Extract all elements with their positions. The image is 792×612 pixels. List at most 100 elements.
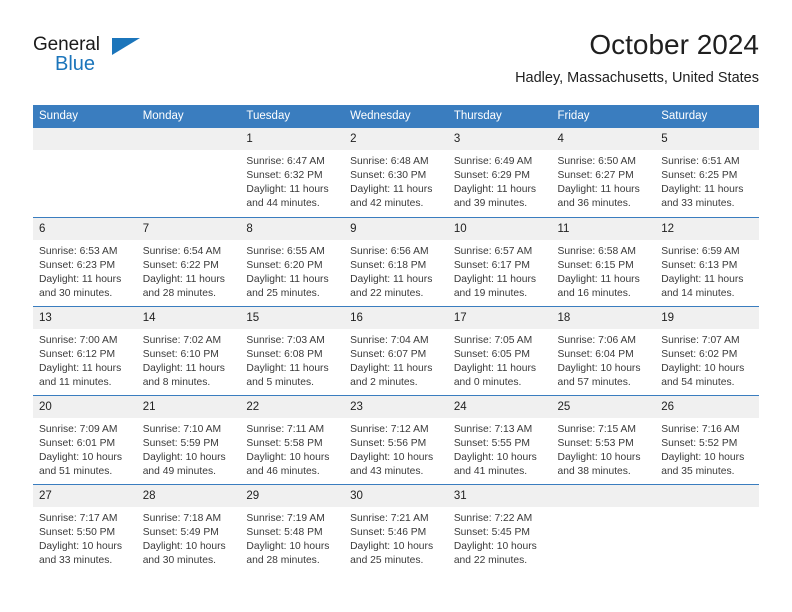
daylight-duration-line2: and 39 minutes.: [453, 198, 528, 209]
calendar-day-cell[interactable]: 8 Sunrise: 6:55 AM Sunset: 6:20 PM Daylight…: [240, 216, 345, 306]
day-number: [136, 128, 241, 150]
calendar-day-cell[interactable]: 30 Sunrise: 7:21 AM Sunset: 5:46 PM Dayligh…: [344, 483, 448, 573]
day-details: Sunrise: 6:54 AM Sunset: 6:22 PM Daylight:…: [137, 240, 241, 301]
sunset-time: Sunset: 5:59 PM: [142, 437, 219, 449]
calendar-day-cell[interactable]: 21 Sunrise: 7:10 AM Sunset: 5:59 PM Dayligh…: [136, 394, 241, 484]
calendar-day-cell[interactable]: 20 Sunrise: 7:09 AM Sunset: 6:01 PM Dayligh…: [33, 394, 137, 484]
calendar-day-cell[interactable]: 29 Sunrise: 7:19 AM Sunset: 5:48 PM Dayligh…: [240, 483, 345, 573]
calendar-day-cell[interactable]: 16 Sunrise: 7:04 AM Sunset: 6:07 PM Dayligh…: [344, 305, 448, 395]
daylight-duration-line1: Daylight: 11 hours: [39, 362, 122, 374]
calendar-day-cell[interactable]: 22 Sunrise: 7:11 AM Sunset: 5:58 PM Dayligh…: [240, 394, 345, 484]
daylight-duration-line2: and 11 minutes.: [39, 376, 112, 388]
calendar-body: 1 Sunrise: 6:47 AM Sunset: 6:32 PM Daylight…: [33, 128, 759, 573]
day-details: Sunrise: 6:50 AM Sunset: 6:27 PM Daylight:…: [552, 150, 656, 211]
sunrise-time: Sunrise: 7:18 AM: [142, 512, 222, 524]
calendar-day-cell[interactable]: 10 Sunrise: 6:57 AM Sunset: 6:17 PM Dayligh…: [447, 216, 552, 306]
daylight-duration-line2: and 42 minutes.: [350, 198, 424, 209]
weekday-header-thursday: Thursday: [447, 105, 552, 128]
calendar-day-cell[interactable]: 6 Sunrise: 6:53 AM Sunset: 6:23 PM Daylight…: [33, 216, 137, 306]
daylight-duration-line2: and 43 minutes.: [350, 465, 424, 477]
day-number: 21: [136, 395, 241, 418]
day-details: Sunrise: 7:06 AM Sunset: 6:04 PM Daylight:…: [552, 329, 656, 390]
calendar-day-cell[interactable]: 26 Sunrise: 7:16 AM Sunset: 5:52 PM Dayligh…: [655, 394, 759, 484]
daylight-duration-line1: Daylight: 10 hours: [246, 451, 330, 463]
sunset-time: Sunset: 6:30 PM: [350, 170, 427, 181]
calendar-week-row: 20 Sunrise: 7:09 AM Sunset: 6:01 PM Dayligh…: [33, 394, 759, 484]
calendar-day-cell[interactable]: 1 Sunrise: 6:47 AM Sunset: 6:32 PM Daylight…: [240, 128, 345, 217]
sunrise-time: Sunrise: 7:22 AM: [453, 512, 533, 524]
sunrise-time: Sunrise: 7:03 AM: [246, 334, 325, 346]
sunset-time: Sunset: 6:23 PM: [39, 259, 116, 271]
calendar-day-cell[interactable]: 2 Sunrise: 6:48 AM Sunset: 6:30 PM Daylight…: [344, 128, 448, 217]
calendar-header-row: Sunday Monday Tuesday Wednesday Thursday…: [33, 105, 759, 128]
weekday-header-wednesday: Wednesday: [344, 105, 448, 128]
day-number: [655, 484, 759, 507]
calendar-day-cell[interactable]: 18 Sunrise: 7:06 AM Sunset: 6:04 PM Dayligh…: [551, 305, 656, 395]
daylight-duration-line1: Daylight: 11 hours: [350, 362, 433, 374]
daylight-duration-line2: and 49 minutes.: [142, 465, 216, 477]
daylight-duration-line1: Daylight: 10 hours: [661, 451, 745, 463]
daylight-duration-line1: Daylight: 11 hours: [453, 184, 537, 195]
sunrise-time: Sunrise: 7:15 AM: [557, 423, 636, 435]
day-details: Sunrise: 7:13 AM Sunset: 5:55 PM Daylight:…: [448, 418, 552, 479]
calendar-day-cell[interactable]: 7 Sunrise: 6:54 AM Sunset: 6:22 PM Daylight…: [136, 216, 241, 306]
day-number: [33, 128, 137, 150]
sunrise-time: Sunrise: 7:21 AM: [350, 512, 429, 524]
day-number: 17: [447, 306, 552, 329]
day-number: [551, 484, 656, 507]
daylight-duration-line2: and 33 minutes.: [661, 198, 735, 209]
day-details: Sunrise: 7:11 AM Sunset: 5:58 PM Daylight:…: [240, 418, 344, 479]
sunset-time: Sunset: 5:52 PM: [661, 437, 738, 449]
daylight-duration-line1: Daylight: 11 hours: [557, 273, 640, 285]
day-number: 13: [33, 306, 137, 329]
weekday-header-monday: Monday: [136, 105, 241, 128]
daylight-duration-line1: Daylight: 11 hours: [142, 362, 225, 374]
sunrise-time: Sunrise: 6:54 AM: [142, 245, 222, 257]
page-header: General Blue October 2024 Hadley, Massac…: [33, 28, 759, 96]
calendar-day-cell[interactable]: 17 Sunrise: 7:05 AM Sunset: 6:05 PM Dayligh…: [447, 305, 552, 395]
day-details: Sunrise: 7:19 AM Sunset: 5:48 PM Daylight:…: [240, 507, 344, 568]
sunrise-time: Sunrise: 7:16 AM: [661, 423, 740, 435]
sunrise-sunset-calendar: Sunday Monday Tuesday Wednesday Thursday…: [33, 105, 759, 573]
calendar-day-cell[interactable]: 9 Sunrise: 6:56 AM Sunset: 6:18 PM Daylight…: [344, 216, 448, 306]
daylight-duration-line2: and 30 minutes.: [39, 287, 113, 299]
calendar-day-cell[interactable]: 24 Sunrise: 7:13 AM Sunset: 5:55 PM Dayligh…: [447, 394, 552, 484]
calendar-day-cell[interactable]: 11 Sunrise: 6:58 AM Sunset: 6:15 PM Dayligh…: [551, 216, 656, 306]
brand-logo[interactable]: General Blue: [33, 34, 163, 86]
calendar-day-cell[interactable]: 19 Sunrise: 7:07 AM Sunset: 6:02 PM Dayligh…: [655, 305, 759, 395]
sunrise-time: Sunrise: 6:58 AM: [557, 245, 636, 257]
day-details: Sunrise: 6:56 AM Sunset: 6:18 PM Daylight:…: [344, 240, 448, 301]
calendar-day-cell[interactable]: 25 Sunrise: 7:15 AM Sunset: 5:53 PM Dayligh…: [551, 394, 656, 484]
sunrise-time: Sunrise: 7:09 AM: [39, 423, 118, 435]
calendar-day-cell[interactable]: 4 Sunrise: 6:50 AM Sunset: 6:27 PM Daylight…: [551, 128, 656, 217]
calendar-day-cell[interactable]: 5 Sunrise: 6:51 AM Sunset: 6:25 PM Daylight…: [655, 128, 759, 217]
day-details: Sunrise: 7:22 AM Sunset: 5:45 PM Daylight:…: [448, 507, 552, 568]
daylight-duration-line1: Daylight: 11 hours: [142, 273, 225, 285]
day-details: Sunrise: 7:21 AM Sunset: 5:46 PM Daylight:…: [344, 507, 448, 568]
calendar-day-cell[interactable]: 23 Sunrise: 7:12 AM Sunset: 5:56 PM Dayligh…: [344, 394, 448, 484]
calendar-day-cell[interactable]: 3 Sunrise: 6:49 AM Sunset: 6:29 PM Daylight…: [447, 128, 552, 217]
calendar-day-cell[interactable]: 15 Sunrise: 7:03 AM Sunset: 6:08 PM Dayligh…: [240, 305, 345, 395]
calendar-day-cell[interactable]: 13 Sunrise: 7:00 AM Sunset: 6:12 PM Dayligh…: [33, 305, 137, 395]
day-details: Sunrise: 7:05 AM Sunset: 6:05 PM Daylight:…: [448, 329, 552, 390]
day-details: Sunrise: 7:03 AM Sunset: 6:08 PM Daylight:…: [240, 329, 344, 390]
day-number: 16: [344, 306, 448, 329]
daylight-duration-line2: and 19 minutes.: [453, 287, 528, 299]
calendar-day-cell[interactable]: 12 Sunrise: 6:59 AM Sunset: 6:13 PM Dayligh…: [655, 216, 759, 306]
sunrise-time: Sunrise: 6:53 AM: [39, 245, 118, 257]
daylight-duration-line2: and 41 minutes.: [453, 465, 528, 477]
calendar-day-cell[interactable]: 28 Sunrise: 7:18 AM Sunset: 5:49 PM Dayligh…: [136, 483, 241, 573]
calendar-day-cell[interactable]: 27 Sunrise: 7:17 AM Sunset: 5:50 PM Dayligh…: [33, 483, 137, 573]
day-details: Sunrise: 7:02 AM Sunset: 6:10 PM Daylight:…: [137, 329, 241, 390]
daylight-duration-line1: Daylight: 11 hours: [246, 362, 329, 374]
daylight-duration-line2: and 54 minutes.: [661, 376, 735, 388]
sunrise-time: Sunrise: 7:19 AM: [246, 512, 325, 524]
calendar-day-cell[interactable]: 14 Sunrise: 7:02 AM Sunset: 6:10 PM Dayligh…: [136, 305, 241, 395]
day-details: Sunrise: 7:15 AM Sunset: 5:53 PM Daylight:…: [552, 418, 656, 479]
sunset-time: Sunset: 6:10 PM: [142, 348, 219, 360]
day-details: Sunrise: 6:57 AM Sunset: 6:17 PM Daylight:…: [448, 240, 552, 301]
calendar-day-cell[interactable]: 31 Sunrise: 7:22 AM Sunset: 5:45 PM Dayligh…: [447, 483, 552, 573]
daylight-duration-line1: Daylight: 10 hours: [557, 362, 641, 374]
day-number: 6: [33, 217, 137, 240]
daylight-duration-line1: Daylight: 10 hours: [39, 540, 122, 552]
